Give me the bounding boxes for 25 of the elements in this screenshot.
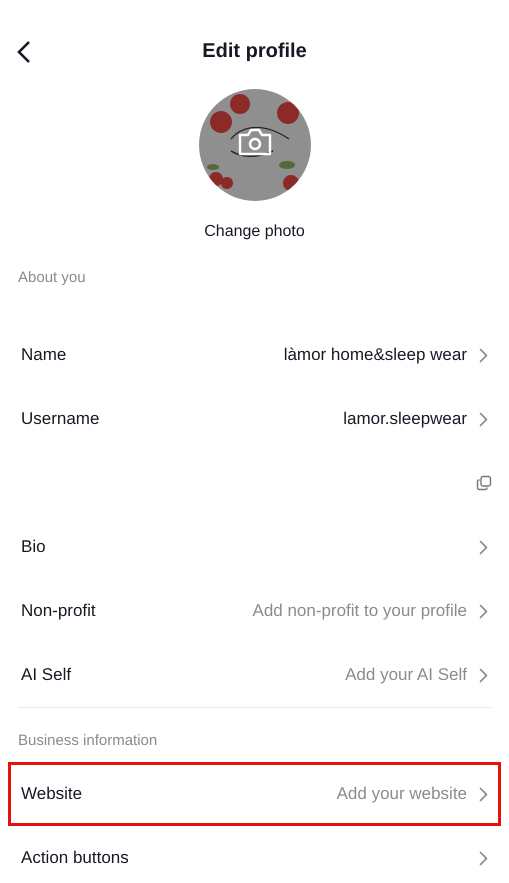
row-label[interactable]: Name: [21, 345, 66, 365]
row-label[interactable]: AI Self: [21, 665, 72, 685]
chevron-right-icon: [479, 540, 488, 554]
camera-icon[interactable]: [236, 127, 272, 157]
row-value: Add your AI Self: [345, 665, 467, 685]
section-heading: Business information: [18, 732, 158, 749]
chevron-right-icon: [479, 786, 488, 802]
copy-icon[interactable]: [476, 475, 492, 491]
chevron-right-icon: [479, 604, 488, 618]
row-value: Add non-profit to your profile: [252, 601, 467, 621]
change-photo-link[interactable]: Change photo: [204, 223, 305, 241]
section-heading: About you: [18, 269, 86, 286]
chevron-right-icon: [479, 412, 488, 426]
row-label[interactable]: Non-profit: [21, 601, 96, 621]
row-label[interactable]: Action buttons: [21, 848, 129, 868]
row-value: làmor home&sleep wear: [284, 345, 467, 365]
row-value: lamor.sleepwear: [343, 409, 467, 429]
chevron-right-icon: [479, 850, 488, 866]
page-title: Edit profile: [202, 40, 307, 62]
row-label[interactable]: Website: [21, 784, 82, 804]
row-value: Add your website: [336, 784, 467, 804]
chevron-right-icon: [479, 668, 488, 682]
row-label[interactable]: Username: [21, 409, 100, 429]
chevron-right-icon: [479, 348, 488, 362]
row-label[interactable]: Bio: [21, 537, 46, 557]
